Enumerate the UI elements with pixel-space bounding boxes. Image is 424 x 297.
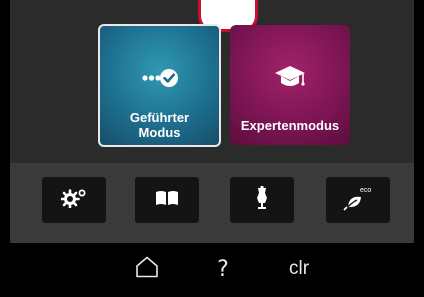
clear-button[interactable]: clr — [284, 253, 314, 285]
guided-progress-check-icon — [100, 66, 219, 90]
settings-button[interactable] — [42, 177, 106, 223]
home-button[interactable] — [134, 253, 160, 285]
expert-mode-label: Expertenmodus — [240, 118, 340, 133]
open-book-icon — [155, 190, 179, 211]
graduation-cap-icon — [230, 63, 350, 87]
eco-badge: eco — [360, 187, 372, 194]
gears-icon — [60, 188, 87, 213]
eco-leaf-icon: eco — [343, 187, 373, 211]
guided-mode-button[interactable]: Geführter Modus — [98, 24, 221, 147]
expert-mode-button[interactable]: Expertenmodus — [230, 25, 350, 145]
home-icon — [135, 256, 159, 283]
sewing-consultant-button[interactable] — [230, 177, 294, 223]
dress-form-icon — [255, 185, 269, 215]
help-button[interactable]: ? — [210, 253, 236, 285]
tutorial-button[interactable] — [135, 177, 199, 223]
guided-mode-label: Geführter Modus — [129, 110, 190, 140]
eco-mode-button[interactable]: eco — [326, 177, 390, 223]
home-screen: Geführter Modus Expertenmodus eco ? clr — [10, 0, 414, 297]
